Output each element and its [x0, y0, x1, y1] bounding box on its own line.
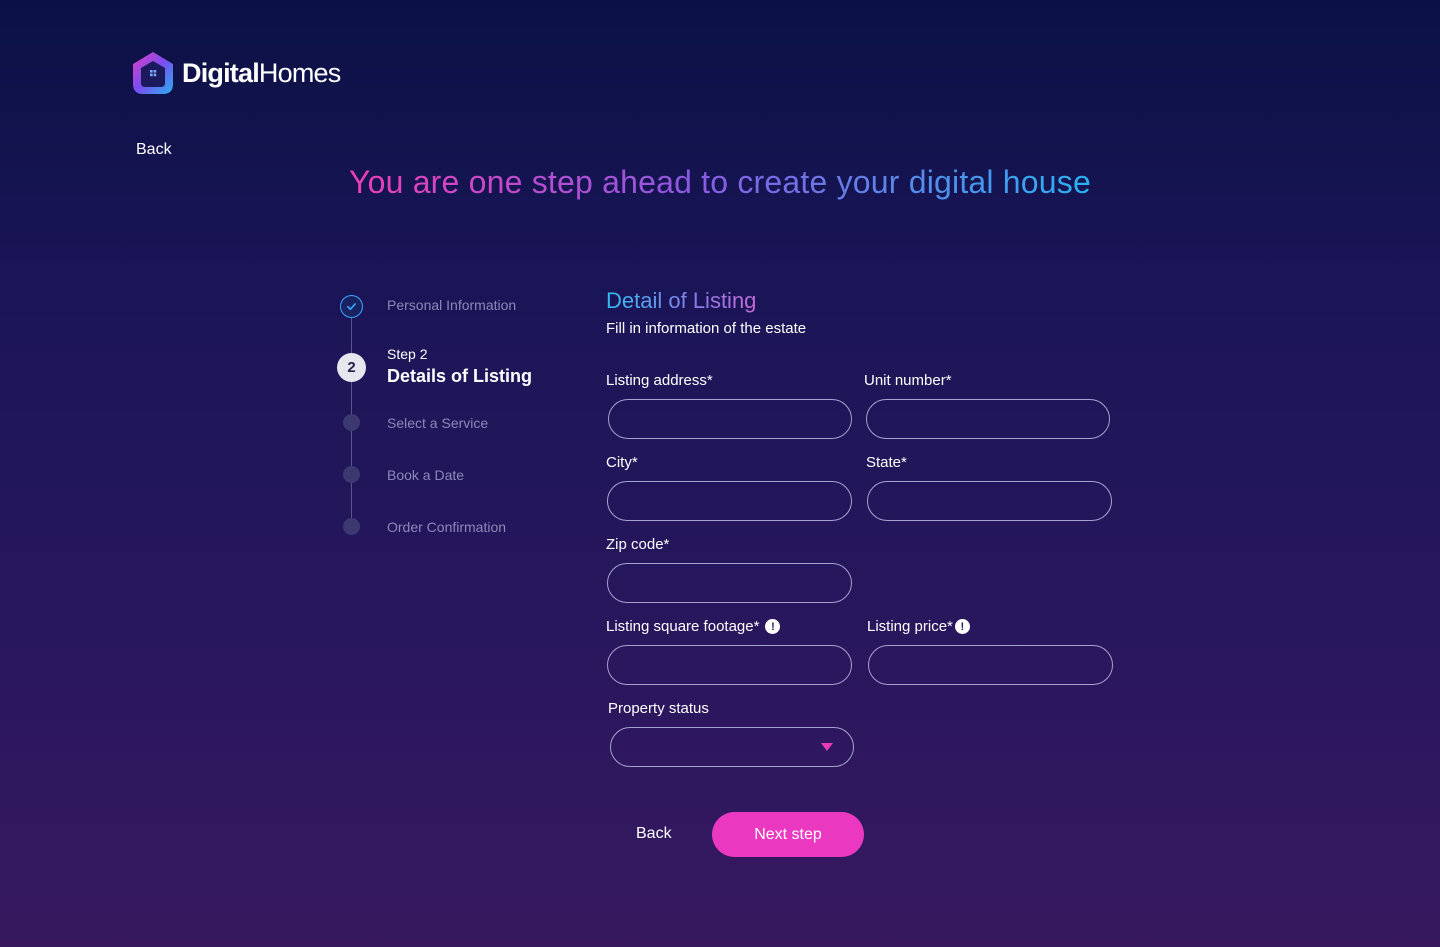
- listing-price-input[interactable]: [868, 645, 1113, 685]
- state-label: State*: [866, 454, 907, 471]
- house-logo-icon: [133, 52, 173, 94]
- next-step-button[interactable]: Next step: [712, 812, 864, 857]
- listing-price-label-row: Listing price* !: [867, 618, 970, 635]
- page-headline: You are one step ahead to create your di…: [349, 164, 1091, 200]
- unit-number-label: Unit number*: [864, 372, 952, 389]
- top-back-link[interactable]: Back: [136, 141, 172, 159]
- city-label: City*: [606, 454, 638, 471]
- square-footage-label-row: Listing square footage* !: [606, 618, 781, 635]
- stepper-connector: [351, 382, 352, 414]
- step-current-sub: Step 2: [387, 346, 428, 362]
- form-subtitle: Fill in information of the estate: [606, 320, 807, 337]
- step-pending-dot: [343, 518, 360, 535]
- step-select-a-service: Select a Service: [387, 415, 489, 431]
- step-completed-check-icon: [340, 295, 363, 318]
- progress-stepper: Personal Information 2 Step 2 Details of…: [336, 290, 576, 550]
- back-button[interactable]: Back: [636, 825, 672, 843]
- logo[interactable]: DigitalHomes: [130, 50, 341, 96]
- listing-price-label: Listing price*: [867, 618, 953, 635]
- unit-number-input[interactable]: [866, 399, 1110, 439]
- step-current-number: 2: [337, 353, 366, 382]
- step-order-confirmation: Order Confirmation: [387, 519, 507, 535]
- square-footage-label: Listing square footage*: [606, 618, 760, 635]
- square-footage-input[interactable]: [607, 645, 852, 685]
- step-personal-information[interactable]: Personal Information: [387, 297, 516, 313]
- info-icon[interactable]: !: [954, 619, 970, 634]
- stepper-connector: [351, 431, 352, 466]
- stepper-connector: [351, 483, 352, 518]
- stepper-connector: [351, 318, 352, 353]
- step-pending-dot: [343, 414, 360, 431]
- zip-code-input[interactable]: [607, 563, 852, 603]
- zip-code-label: Zip code*: [606, 536, 670, 553]
- listing-address-label: Listing address*: [606, 372, 713, 389]
- property-status-label: Property status: [608, 700, 709, 717]
- listing-address-input[interactable]: [608, 399, 852, 439]
- info-icon[interactable]: !: [765, 619, 781, 634]
- step-pending-dot: [343, 466, 360, 483]
- logo-wordmark: DigitalHomes: [182, 57, 341, 88]
- step-book-a-date: Book a Date: [387, 467, 465, 483]
- property-status-select[interactable]: [610, 727, 854, 767]
- state-input[interactable]: [867, 481, 1112, 521]
- step-details-of-listing: Details of Listing: [387, 366, 533, 386]
- form-title: Detail of Listing: [606, 288, 757, 313]
- chevron-down-icon: [821, 743, 833, 751]
- city-input[interactable]: [607, 481, 852, 521]
